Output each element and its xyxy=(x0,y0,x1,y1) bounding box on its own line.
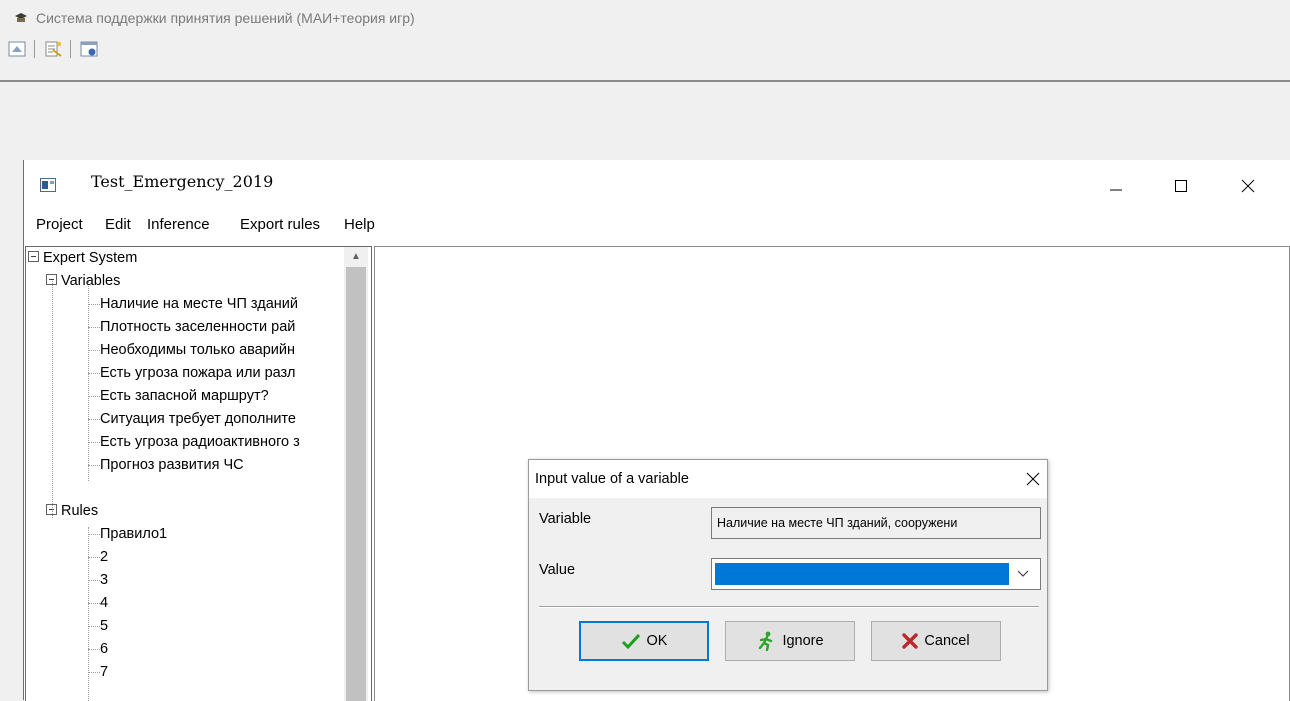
tree-item-rule[interactable]: 4 xyxy=(100,592,108,615)
tree-item-variable[interactable]: Наличие на месте ЧП зданий xyxy=(100,293,298,316)
menu-edit[interactable]: Edit xyxy=(105,216,131,233)
tree-item-rule[interactable]: 2 xyxy=(100,546,108,569)
tree-item-variable[interactable]: Есть угроза пожара или разл xyxy=(100,362,296,385)
tree-item-variable[interactable]: Есть запасной маршрут? xyxy=(100,385,269,408)
tree-item-variable[interactable]: Плотность заселенности рай xyxy=(100,316,295,339)
menu-bar: Project Edit Inference Export rules Help xyxy=(24,210,1290,240)
close-icon[interactable] xyxy=(1025,471,1041,487)
window-titlebar: Test_Emergency_2019 xyxy=(24,160,1290,208)
tree-scrollbar-thumb[interactable] xyxy=(346,267,366,701)
menu-project[interactable]: Project xyxy=(36,216,83,233)
chevron-down-icon[interactable] xyxy=(1016,568,1030,580)
tree-node-root[interactable]: Expert System xyxy=(28,247,137,270)
tree-item-rule[interactable]: 6 xyxy=(100,638,108,661)
running-man-icon xyxy=(759,631,773,651)
menu-help[interactable]: Help xyxy=(344,216,375,233)
app-title: Система поддержки принятия решений (МАИ+… xyxy=(36,10,415,26)
toolbar xyxy=(0,34,1290,82)
cancel-x-icon xyxy=(902,633,919,649)
minimize-icon[interactable] xyxy=(1104,174,1128,198)
tree-item-rule[interactable]: 7 xyxy=(100,661,108,684)
close-icon[interactable] xyxy=(1236,174,1260,198)
tree-node-rules[interactable]: Rules xyxy=(46,500,98,523)
value-label: Value xyxy=(539,562,576,578)
window-icon xyxy=(40,178,56,192)
expert-system-tree[interactable]: Expert System Variables Наличие на месте… xyxy=(25,246,372,701)
collapse-icon[interactable] xyxy=(28,251,39,263)
cancel-button-label: Cancel xyxy=(924,633,970,649)
window-title: Test_Emergency_2019 xyxy=(91,172,274,191)
tree-item-rule[interactable]: Правило1 xyxy=(100,523,167,546)
ok-button[interactable]: OK xyxy=(579,621,709,661)
tree-item-variable[interactable]: Необходимы только аварийн xyxy=(100,339,295,362)
tree-item-variable[interactable]: Ситуация требует дополните xyxy=(100,408,296,431)
value-select[interactable] xyxy=(711,558,1041,590)
menu-inference[interactable]: Inference xyxy=(147,216,210,233)
tree-item-variable[interactable]: Есть угроза радиоактивного з xyxy=(100,431,300,454)
cancel-button[interactable]: Cancel xyxy=(871,621,1001,661)
tree-item-variable[interactable]: Прогноз развития ЧС xyxy=(100,454,244,477)
ignore-button[interactable]: Ignore xyxy=(725,621,855,661)
window-settings-icon[interactable] xyxy=(80,40,98,58)
checkmark-icon xyxy=(621,633,640,649)
dialog-divider xyxy=(539,606,1039,608)
variable-name-field: Наличие на месте ЧП зданий, сооружени xyxy=(711,507,1041,539)
value-select-selection xyxy=(715,563,1009,585)
scroll-up-icon[interactable]: ▲ xyxy=(348,249,364,265)
variable-label: Variable xyxy=(539,511,592,527)
menu-export-rules[interactable]: Export rules xyxy=(240,216,320,233)
tree-item-rule[interactable]: 3 xyxy=(100,569,108,592)
input-value-dialog: Input value of a variable Variable Налич… xyxy=(528,459,1048,691)
collapse-icon[interactable] xyxy=(46,274,57,286)
ok-button-label: OK xyxy=(646,633,668,649)
app-icon xyxy=(15,13,27,22)
tree-node-variables[interactable]: Variables xyxy=(46,270,120,293)
app-titlebar: Система поддержки принятия решений (МАИ+… xyxy=(14,8,415,28)
ignore-button-label: Ignore xyxy=(782,633,824,649)
home-window-icon[interactable] xyxy=(8,40,26,58)
dialog-title: Input value of a variable xyxy=(535,471,689,487)
wizard-icon[interactable] xyxy=(44,40,62,58)
maximize-icon[interactable] xyxy=(1169,174,1193,198)
dialog-titlebar: Input value of a variable xyxy=(529,460,1047,498)
tree-item-rule[interactable]: 5 xyxy=(100,615,108,638)
collapse-icon[interactable] xyxy=(46,504,57,516)
